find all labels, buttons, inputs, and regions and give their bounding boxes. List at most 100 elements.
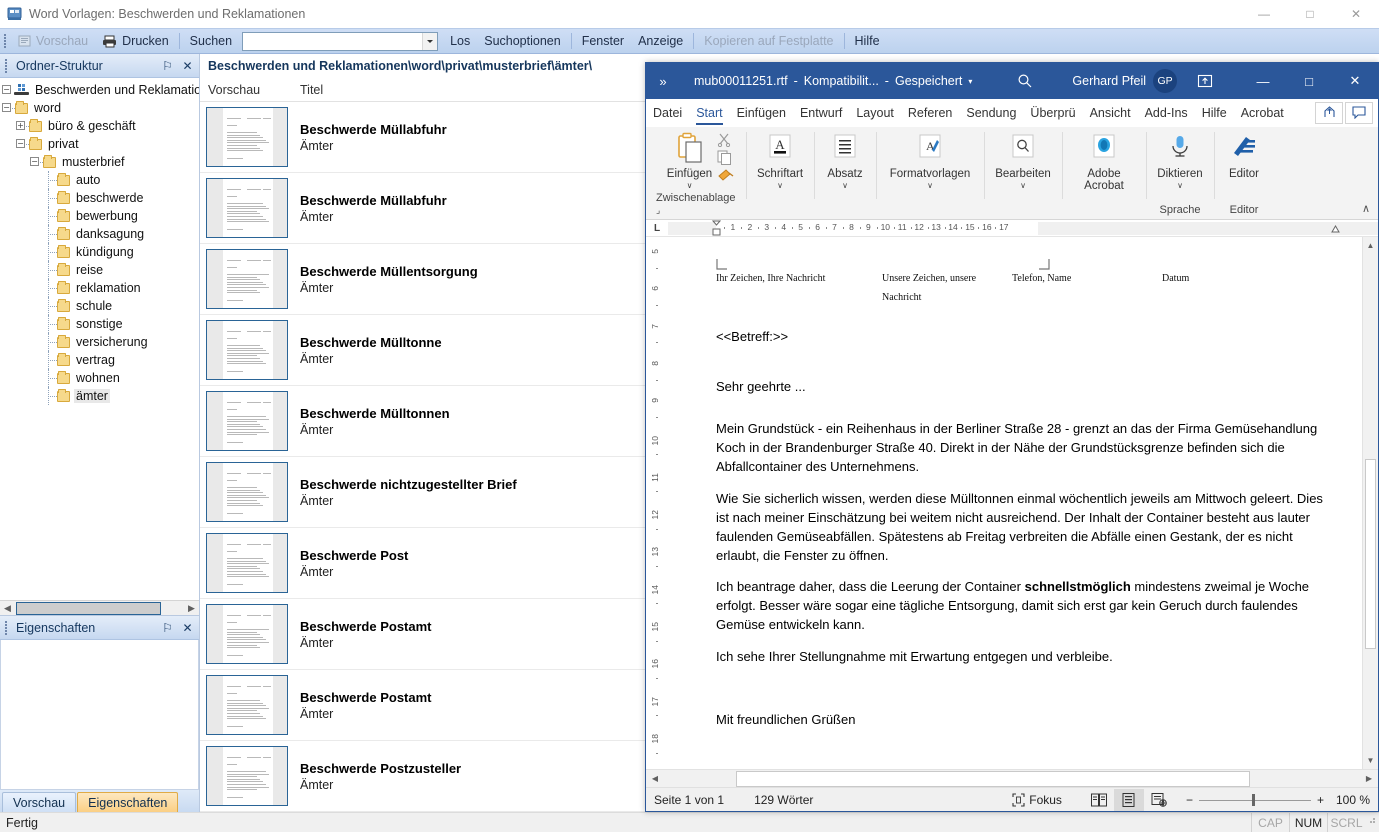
search-icon[interactable] [1012,73,1038,89]
tree-node-reklamation[interactable]: reklamation [0,279,199,297]
tree-expander-cell[interactable]: − [28,153,42,171]
editing-button[interactable]: Bearbeiten ∨ [990,130,1056,192]
collapse-icon[interactable]: − [30,157,39,166]
resize-grip[interactable] [1365,813,1379,832]
word-maximize-button[interactable]: □ [1286,63,1332,99]
styles-button[interactable]: A Formatvorlagen ∨ [885,130,976,192]
tab-vorschau[interactable]: Vorschau [2,792,76,812]
collapse-icon[interactable]: − [2,103,11,112]
horizontal-scroll-thumb[interactable] [736,771,1250,787]
help-menu[interactable]: Hilfe [848,30,887,52]
preview-cell[interactable] [200,604,294,664]
zoom-in-button[interactable]: + [1317,793,1324,807]
zoom-level[interactable]: 100 % [1336,793,1370,807]
paragraph-button[interactable]: Absatz ∨ [822,130,867,192]
preview-cell[interactable] [200,391,294,451]
tree-node-sonstige[interactable]: sonstige [0,315,199,333]
panel-close-icon[interactable]: ✕ [179,57,196,74]
comments-icon[interactable] [1345,102,1373,124]
avatar[interactable]: GP [1153,69,1177,93]
left-indent-marker-icon[interactable] [712,220,721,236]
document-thumbnail[interactable] [206,249,288,309]
panel-grip[interactable] [3,57,10,75]
properties-pin-icon[interactable]: ⚐ [159,619,176,636]
tab-datei[interactable]: Datei [646,100,689,126]
copy-to-disk-button[interactable]: Kopieren auf Festplatte [697,30,840,52]
dialog-launcher-icon[interactable]: ⌟ [656,205,660,215]
tree-expander-cell[interactable]: − [14,135,28,153]
tree-node-versicherung[interactable]: versicherung [0,333,199,351]
paste-button[interactable]: Einfügen ∨ [662,130,717,192]
paragraph-caret-icon[interactable]: ∨ [842,181,848,190]
web-layout-icon[interactable] [1144,789,1174,811]
vertical-scroll-thumb[interactable] [1365,459,1376,649]
word-minimize-button[interactable]: — [1240,63,1286,99]
tab-hilfe[interactable]: Hilfe [1195,100,1234,126]
user-account[interactable]: Gerhard Pfeil GP [1072,69,1177,93]
font-button[interactable]: A Schriftart ∨ [752,130,808,192]
scroll-thumb[interactable] [16,602,161,615]
go-button[interactable]: Los [443,30,477,52]
tab--berpr-[interactable]: Überprü [1023,100,1082,126]
zoom-slider[interactable] [1199,792,1311,808]
tab-ansicht[interactable]: Ansicht [1083,100,1138,126]
print-button[interactable]: Drucken [95,30,176,52]
tree-node-root[interactable]: − Beschwerden und Reklamationen [0,81,199,99]
copy-icon[interactable] [717,150,734,165]
doc-scroll-right-arrow[interactable]: ▶ [1360,771,1378,787]
close-button[interactable]: ✕ [1333,0,1379,28]
dictate-button[interactable]: Diktieren ∨ [1152,130,1207,192]
preview-cell[interactable] [200,675,294,735]
tree-node-beschwerde[interactable]: beschwerde [0,189,199,207]
preview-button[interactable]: Vorschau [11,30,95,52]
tree-expander-cell[interactable]: − [0,99,14,117]
preview-cell[interactable] [200,533,294,593]
tab-stop-selector[interactable]: L [646,220,668,236]
save-state-caret-icon[interactable]: ▾ [968,77,972,86]
word-count[interactable]: 129 Wörter [754,793,813,807]
tree-node-privat[interactable]: −privat [0,135,199,153]
preview-cell[interactable] [200,320,294,380]
read-mode-icon[interactable] [1084,789,1114,811]
tree-node-k-ndigung[interactable]: kündigung [0,243,199,261]
tree-node-wohnen[interactable]: wohnen [0,369,199,387]
tab-sendung[interactable]: Sendung [959,100,1023,126]
save-state[interactable]: Gespeichert [895,74,962,88]
expand-icon[interactable]: + [16,121,25,130]
format-painter-icon[interactable] [717,168,734,182]
preview-cell[interactable] [200,462,294,522]
view-menu[interactable]: Anzeige [631,30,690,52]
document-horizontal-scrollbar[interactable]: ◀ ▶ [646,769,1378,787]
collapse-icon[interactable]: − [2,85,11,94]
search-label[interactable]: Suchen [183,30,239,52]
tree-expander-cell[interactable]: − [0,81,14,99]
tree-node-danksagung[interactable]: danksagung [0,225,199,243]
document-page[interactable]: Ihr Zeichen, Ihre Nachricht Unsere Zeich… [668,237,1362,769]
tree-node-word[interactable]: −word [0,99,199,117]
tree-node-auto[interactable]: auto [0,171,199,189]
doc-scroll-left-arrow[interactable]: ◀ [646,771,664,787]
tree-expander-cell[interactable]: + [14,117,28,135]
styles-caret-icon[interactable]: ∨ [927,181,933,190]
scroll-down-arrow[interactable]: ▼ [1363,752,1378,769]
preview-cell[interactable] [200,249,294,309]
properties-grip[interactable] [3,619,10,637]
adobe-acrobat-button[interactable]: Adobe Acrobat [1068,130,1140,194]
scroll-right-arrow[interactable]: ▶ [184,601,199,616]
tree-node-vertrag[interactable]: vertrag [0,351,199,369]
tree-node-musterbrief[interactable]: −musterbrief [0,153,199,171]
toolbar-grip[interactable] [2,32,9,50]
ribbon-collapse-icon[interactable]: ∧ [1362,202,1370,215]
preview-cell[interactable] [200,178,294,238]
document-vertical-scrollbar[interactable]: ▲ ▼ [1362,237,1378,769]
tab-acrobat[interactable]: Acrobat [1234,100,1291,126]
cut-icon[interactable] [717,133,734,147]
scroll-left-arrow[interactable]: ◀ [0,601,15,616]
page-indicator[interactable]: Seite 1 von 1 [654,793,724,807]
focus-mode-button[interactable]: Fokus [1012,793,1062,807]
font-caret-icon[interactable]: ∨ [777,181,783,190]
tab-start[interactable]: Start [689,100,729,126]
search-combobox[interactable] [242,32,438,51]
tab-add-ins[interactable]: Add-Ins [1138,100,1195,126]
properties-close-icon[interactable]: ✕ [179,619,196,636]
